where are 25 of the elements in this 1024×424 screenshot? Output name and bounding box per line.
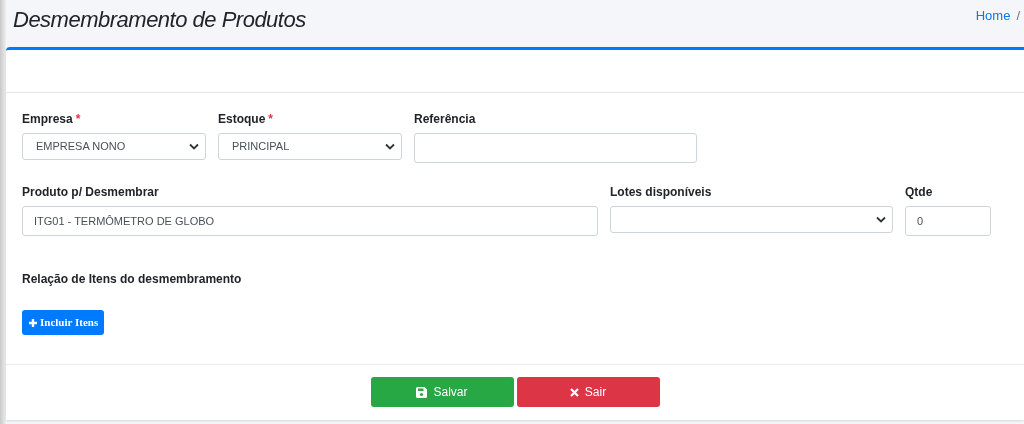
breadcrumb-separator: / [1016, 7, 1020, 25]
breadcrumb-link[interactable]: Home [975, 6, 1011, 26]
section-title: Relação de Itens do desmembramento [22, 271, 243, 288]
field-label: Qtde [905, 184, 933, 197]
field-label: Empresa [22, 111, 73, 124]
input-field[interactable] [414, 133, 697, 163]
select-field[interactable]: PRINCIPAL [218, 133, 402, 160]
required-mark: * [268, 111, 273, 124]
chevron-down-icon [385, 143, 395, 150]
chevron-down-icon [189, 143, 199, 150]
plus-icon [28, 317, 38, 328]
required-mark: * [75, 111, 81, 124]
input-field[interactable]: 0 [905, 206, 991, 236]
close-icon [569, 387, 579, 397]
input-field[interactable]: ITG01 - TERMÔMETRO DE GLOBO [22, 206, 598, 236]
chevron-down-icon [876, 216, 886, 223]
select-field[interactable]: EMPRESA NONO [22, 133, 206, 160]
exit-button[interactable]: Sair [516, 377, 660, 407]
page-title: Desmembramento de Produtos [13, 6, 306, 34]
field-label: Produto p/ Desmembrar [22, 184, 159, 197]
select-field[interactable] [610, 206, 893, 233]
field-label: Referência [414, 111, 476, 124]
add-items-button[interactable]: Incluir Itens [22, 310, 105, 335]
field-label: Lotes disponíveis [610, 184, 712, 197]
field-label: Estoque [218, 111, 266, 124]
